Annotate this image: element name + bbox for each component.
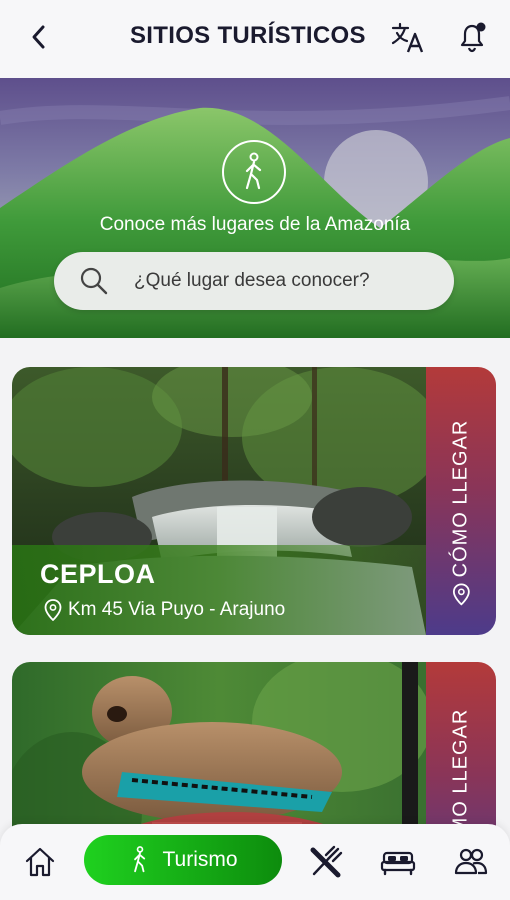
directions-label: CÓMO LLEGAR [449, 419, 472, 577]
search-bar[interactable] [54, 252, 454, 310]
hero-subtitle: Conoce más lugares de la Amazonía [99, 214, 411, 235]
nav-home[interactable] [20, 842, 60, 882]
home-icon [25, 847, 55, 877]
walking-person-icon [245, 152, 262, 190]
notifications-button[interactable] [452, 17, 492, 57]
bed-icon [380, 851, 416, 876]
hero-banner: Conoce más lugares de la Amazonía [0, 78, 510, 338]
nav-restaurants[interactable] [306, 842, 346, 882]
bell-icon [460, 22, 486, 53]
place-location: Km 45 Via Puyo - Arajuno [44, 599, 285, 621]
nav-tourism-label: Turismo [162, 848, 238, 871]
nav-tourism[interactable]: Turismo [84, 835, 282, 885]
walking-person-icon [134, 846, 146, 873]
back-button[interactable] [22, 20, 56, 54]
place-caption: CEPLOA Km 45 Via Puyo - Arajuno [12, 545, 426, 635]
nav-community[interactable] [451, 842, 491, 882]
nav-lodging[interactable] [378, 842, 418, 882]
fork-knife-icon [310, 845, 343, 878]
hiking-badge [222, 140, 286, 204]
top-bar: SITIOS TURÍSTICOS [0, 0, 510, 78]
users-icon [454, 848, 488, 875]
bottom-navigation: Turismo [0, 824, 510, 900]
chevron-left-icon [32, 25, 45, 49]
translate-icon [391, 22, 424, 53]
place-card[interactable]: CEPLOA Km 45 Via Puyo - Arajuno CÓMO LLE… [12, 367, 496, 635]
search-input[interactable] [134, 270, 434, 292]
place-name: CEPLOA [40, 559, 156, 589]
translate-button[interactable] [388, 18, 428, 58]
page-title: SITIOS TURÍSTICOS [130, 22, 366, 49]
directions-button[interactable]: CÓMO LLEGAR [426, 367, 496, 635]
location-pin-icon [452, 582, 470, 605]
location-pin-icon [44, 599, 62, 621]
search-icon [80, 267, 108, 295]
place-location-text: Km 45 Via Puyo - Arajuno [68, 599, 286, 620]
